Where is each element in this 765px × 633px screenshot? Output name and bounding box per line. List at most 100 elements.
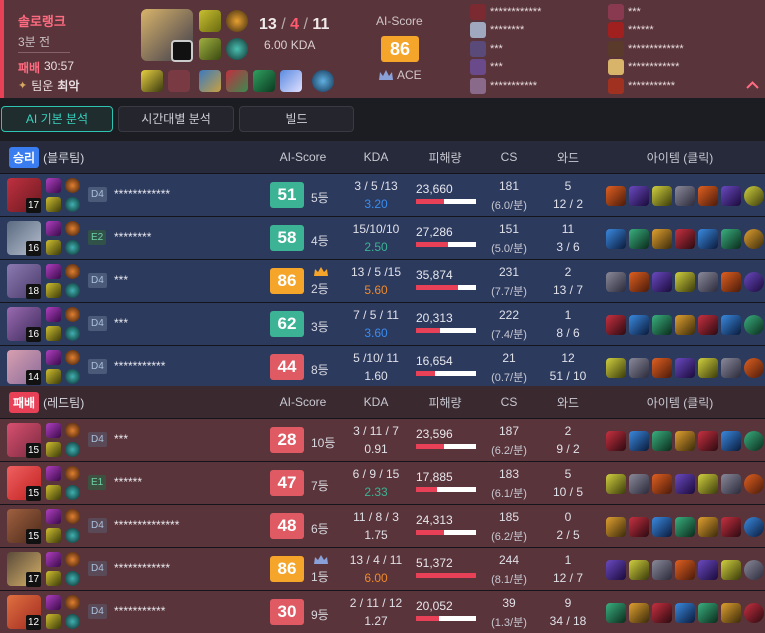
item-icon[interactable] <box>698 272 718 292</box>
item-icon[interactable] <box>253 70 275 92</box>
ward-icon[interactable] <box>744 272 764 292</box>
player-row[interactable]: 15 E1 ****** 47 7등 6 / 9 / 15 2.33 17,885 183 (6.… <box>0 461 765 504</box>
ward-icon[interactable] <box>744 560 764 580</box>
tab-build[interactable]: 빌드 <box>239 106 354 132</box>
item-icon[interactable] <box>606 517 626 537</box>
player-row[interactable]: 14 D4 *********** 44 8등 5 /10/ 11 1.60 16,654 21… <box>0 345 765 388</box>
item-icon[interactable] <box>606 603 626 623</box>
chevron-up-icon[interactable] <box>746 76 759 92</box>
item-icon[interactable] <box>675 358 695 378</box>
item-icon[interactable] <box>675 431 695 451</box>
item-icon[interactable] <box>652 229 672 249</box>
item-icon[interactable] <box>698 315 718 335</box>
item-icon[interactable] <box>606 431 626 451</box>
item-icon[interactable] <box>629 358 649 378</box>
roster-player[interactable]: ************ <box>470 4 541 20</box>
item-icon[interactable] <box>629 431 649 451</box>
item-icon[interactable] <box>629 474 649 494</box>
item-icon[interactable] <box>698 517 718 537</box>
item-icon[interactable] <box>606 272 626 292</box>
item-icon[interactable] <box>721 431 741 451</box>
tab-ai-basic[interactable]: AI 기본 분석 <box>1 106 113 132</box>
item-icon[interactable] <box>698 358 718 378</box>
ward-icon[interactable] <box>744 229 764 249</box>
roster-player[interactable]: *********** <box>608 78 675 94</box>
player-row[interactable]: 18 D4 *** 86 2등 13 / 5 /15 5.60 35,874 231 (7.7/분… <box>0 259 765 302</box>
ward-icon[interactable] <box>744 358 764 378</box>
ward-icon[interactable] <box>744 474 764 494</box>
roster-name[interactable]: *********** <box>490 80 537 92</box>
roster-name[interactable]: ************ <box>490 6 541 18</box>
player-row[interactable]: 15 D4 *** 28 10등 3 / 11 / 7 0.91 23,596 187 (6.2/… <box>0 418 765 461</box>
item-icon[interactable] <box>199 70 221 92</box>
player-row[interactable]: 17 D4 ************ 51 5등 3 / 5 /13 3.20 23,660 1… <box>0 173 765 216</box>
item-icon[interactable] <box>606 229 626 249</box>
item-icon[interactable] <box>652 603 672 623</box>
ward-icon[interactable] <box>744 603 764 623</box>
item-icon[interactable] <box>606 315 626 335</box>
item-icon[interactable] <box>629 272 649 292</box>
roster-player[interactable]: ************* <box>608 41 684 57</box>
roster-name[interactable]: *** <box>628 6 641 18</box>
summoner-name[interactable]: *** <box>114 432 128 446</box>
item-icon[interactable] <box>606 560 626 580</box>
item-icon[interactable] <box>606 186 626 206</box>
item-icon[interactable] <box>675 315 695 335</box>
roster-player[interactable]: ****** <box>608 22 654 38</box>
item-icon[interactable] <box>698 229 718 249</box>
summoner-name[interactable]: *** <box>114 273 128 287</box>
item-icon[interactable] <box>698 560 718 580</box>
item-icon[interactable] <box>652 474 672 494</box>
item-icon[interactable] <box>652 560 672 580</box>
item-icon[interactable] <box>698 431 718 451</box>
item-icon[interactable] <box>721 272 741 292</box>
roster-name[interactable]: ******** <box>490 24 524 36</box>
roster-player[interactable]: ************ <box>608 59 679 75</box>
item-icon[interactable] <box>629 229 649 249</box>
item-icon[interactable] <box>721 517 741 537</box>
item-icon[interactable] <box>675 272 695 292</box>
ward-icon[interactable] <box>744 431 764 451</box>
item-icon[interactable] <box>629 315 649 335</box>
item-icon[interactable] <box>675 603 695 623</box>
roster-name[interactable]: *********** <box>628 80 675 92</box>
item-icon[interactable] <box>698 474 718 494</box>
summoner-name[interactable]: *********** <box>114 604 165 618</box>
item-icon[interactable] <box>141 70 163 92</box>
roster-name[interactable]: *** <box>490 43 503 55</box>
item-icon[interactable] <box>721 560 741 580</box>
item-icon[interactable] <box>226 70 248 92</box>
item-icon[interactable] <box>652 315 672 335</box>
item-icon[interactable] <box>675 560 695 580</box>
item-icon[interactable] <box>652 431 672 451</box>
item-icon[interactable] <box>721 474 741 494</box>
ward-icon[interactable] <box>312 70 334 92</box>
item-icon[interactable] <box>721 186 741 206</box>
roster-name[interactable]: ************ <box>628 61 679 73</box>
item-icon[interactable] <box>675 474 695 494</box>
item-icon[interactable] <box>721 358 741 378</box>
item-icon[interactable] <box>721 229 741 249</box>
item-icon[interactable] <box>675 517 695 537</box>
item-icon[interactable] <box>698 603 718 623</box>
item-icon[interactable] <box>721 603 741 623</box>
item-icon[interactable] <box>652 186 672 206</box>
ward-icon[interactable] <box>744 315 764 335</box>
roster-player[interactable]: *** <box>608 4 641 20</box>
roster-name[interactable]: *** <box>490 61 503 73</box>
summoner-name[interactable]: ************ <box>114 187 170 201</box>
summoner-name[interactable]: ************** <box>114 518 179 532</box>
player-row[interactable]: 17 D4 ************ 86 1등 13 / 4 / 11 6.00 51,37… <box>0 547 765 590</box>
roster-player[interactable]: *** <box>470 41 503 57</box>
item-icon[interactable] <box>606 474 626 494</box>
tab-timeline[interactable]: 시간대별 분석 <box>118 106 234 132</box>
item-icon[interactable] <box>698 186 718 206</box>
item-icon[interactable] <box>721 315 741 335</box>
player-row[interactable]: 16 E2 ******** 58 4등 15/10/10 2.50 27,286 151 (5.… <box>0 216 765 259</box>
roster-player[interactable]: *********** <box>470 78 537 94</box>
item-icon[interactable] <box>652 272 672 292</box>
item-icon[interactable] <box>629 603 649 623</box>
item-icon[interactable] <box>675 186 695 206</box>
ward-icon[interactable] <box>744 517 764 537</box>
item-icon[interactable] <box>629 517 649 537</box>
